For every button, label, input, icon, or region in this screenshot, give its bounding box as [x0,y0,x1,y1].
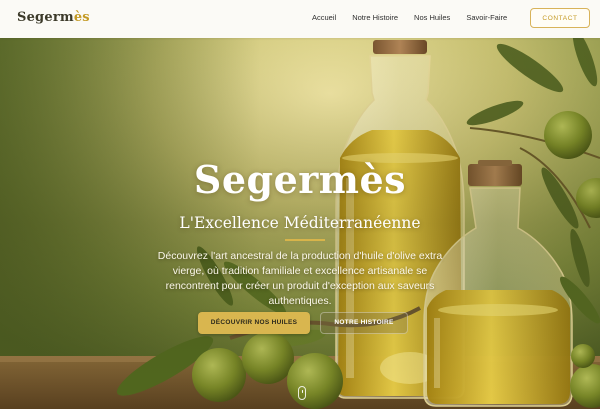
logo[interactable]: Segermès [17,10,90,25]
hero-section: Segermès L'Excellence Méditerranéenne Dé… [0,38,600,409]
scroll-wheel-dot [301,390,303,393]
hero-divider [285,239,325,241]
main-nav: Accueil Notre Histoire Nos Huiles Savoir… [312,13,507,22]
hero-subtitle: L'Excellence Méditerranéenne [179,214,421,232]
nav-link-notre-histoire[interactable]: Notre Histoire [352,13,398,22]
site-header: Segermès Accueil Notre Histoire Nos Huil… [0,0,600,38]
hero-title: Segermès [193,157,407,202]
nav-link-nos-huiles[interactable]: Nos Huiles [414,13,450,22]
discover-oils-button[interactable]: DÉCOUVRIR NOS HUILES [198,312,310,334]
nav-link-savoir-faire[interactable]: Savoir-Faire [466,13,507,22]
logo-accent: ès [73,10,90,25]
contact-button[interactable]: CONTACT [530,8,590,28]
nav-link-accueil[interactable]: Accueil [312,13,336,22]
our-story-button[interactable]: NOTRE HISTOIRE [320,312,408,334]
logo-text: Segerm [17,10,74,25]
hero-description: Découvrez l'art ancestral de la producti… [157,250,443,307]
mouse-scroll-icon[interactable] [298,386,306,400]
